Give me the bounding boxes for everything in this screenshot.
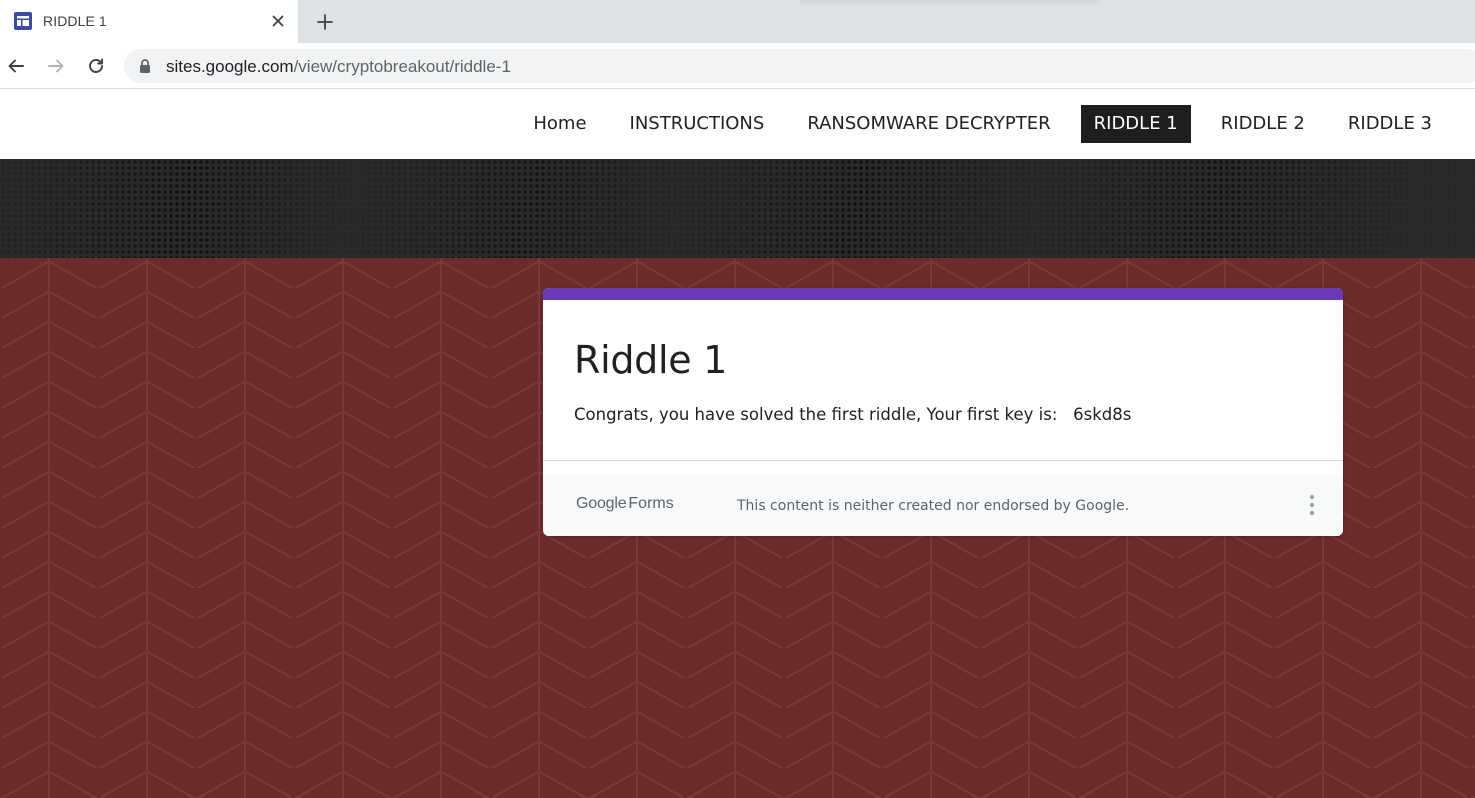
nav-link-riddle-3[interactable]: RIDDLE 3	[1335, 105, 1445, 143]
browser-toolbar: sites.google.com/view/cryptobreakout/rid…	[0, 43, 1475, 89]
forward-arrow-icon[interactable]	[44, 54, 68, 78]
nav-link-ransomware-decrypter[interactable]: RANSOMWARE DECRYPTER	[794, 105, 1063, 143]
page-body: Riddle 1 Congrats, you have solved the f…	[0, 258, 1475, 798]
nav-link-riddle-1[interactable]: RIDDLE 1	[1080, 105, 1191, 143]
site-header: Home INSTRUCTIONS RANSOMWARE DECRYPTER R…	[0, 89, 1475, 159]
embedded-google-form: Riddle 1 Congrats, you have solved the f…	[543, 288, 1343, 536]
lock-icon[interactable]	[139, 59, 151, 73]
tab-shadow	[800, 0, 1100, 6]
form-disclaimer: This content is neither created nor endo…	[737, 498, 1130, 514]
url-domain: sites.google.com	[166, 57, 294, 76]
banner-gradient	[0, 159, 1475, 258]
form-title: Riddle 1	[574, 338, 727, 382]
address-bar[interactable]: sites.google.com/view/cryptobreakout/rid…	[124, 49, 1475, 83]
google-sites-icon	[13, 11, 33, 31]
google-forms-logo[interactable]: Google Forms	[576, 495, 674, 513]
browser-tab[interactable]: RIDDLE 1	[0, 0, 298, 43]
nav-link-instructions[interactable]: INSTRUCTIONS	[617, 105, 778, 143]
url-path: /view/cryptobreakout/riddle-1	[293, 57, 511, 76]
url-text[interactable]: sites.google.com/view/cryptobreakout/rid…	[166, 57, 511, 77]
reload-icon[interactable]	[84, 54, 108, 78]
plus-icon[interactable]	[313, 10, 337, 34]
form-footer: Google Forms This content is neither crea…	[543, 475, 1343, 536]
more-vert-icon[interactable]	[1300, 493, 1324, 517]
nav-link-home[interactable]: Home	[520, 105, 599, 143]
site-nav: Home INSTRUCTIONS RANSOMWARE DECRYPTER R…	[503, 105, 1445, 143]
tab-title: RIDDLE 1	[43, 13, 107, 29]
header-banner	[0, 159, 1475, 258]
logo-forms-text: Forms	[628, 495, 674, 512]
nav-link-riddle-2[interactable]: RIDDLE 2	[1208, 105, 1318, 143]
close-icon[interactable]	[268, 11, 288, 31]
back-arrow-icon[interactable]	[4, 54, 28, 78]
form-accent-bar	[543, 288, 1343, 300]
logo-google-text: Google	[576, 495, 627, 512]
form-message: Congrats, you have solved the first ridd…	[574, 405, 1132, 424]
form-header: Riddle 1 Congrats, you have solved the f…	[543, 300, 1343, 461]
browser-tabstrip: RIDDLE 1	[0, 0, 1475, 43]
